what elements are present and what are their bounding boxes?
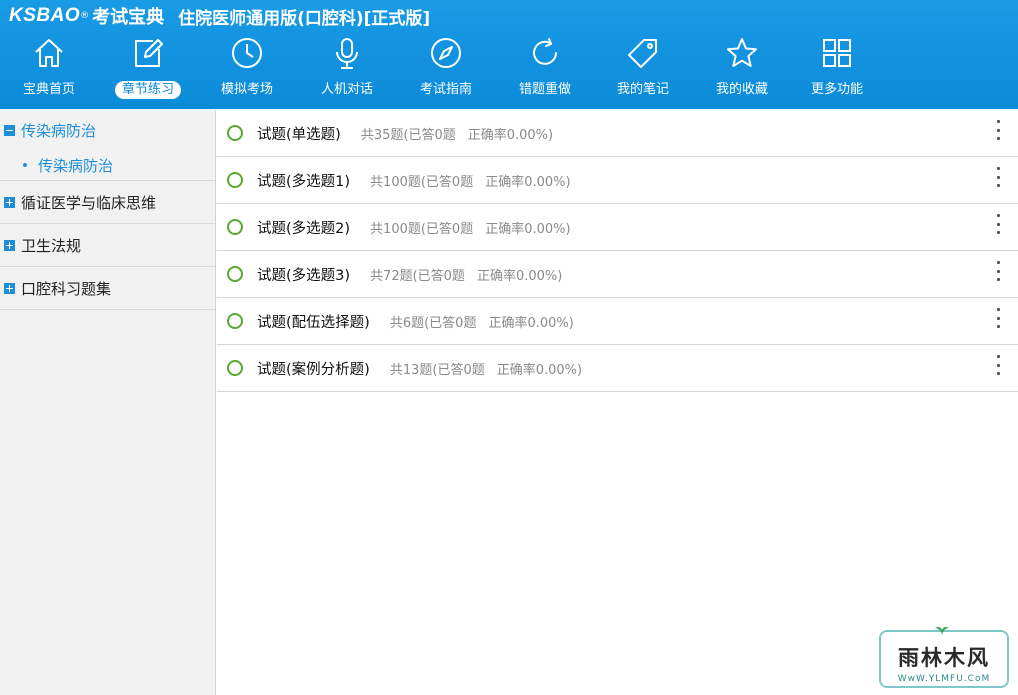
- nav-label-chapter-practice: 章节练习: [114, 81, 181, 99]
- more-options-icon[interactable]: [994, 214, 1002, 234]
- clock-icon: [230, 36, 264, 70]
- question-set-row[interactable]: 试题(单选题) 共35题(已答0题 正确率0.00%): [217, 110, 1018, 157]
- accuracy-rate: 正确率0.00%): [467, 127, 554, 143]
- status-circle-icon: [227, 266, 243, 282]
- status-circle-icon: [227, 313, 243, 329]
- expand-icon[interactable]: [4, 282, 15, 294]
- nav-redo-wrong[interactable]: 错题重做: [500, 34, 590, 104]
- tree-child-infectious-disease[interactable]: 传染病防治: [0, 150, 215, 180]
- nav-label-home: 宝典首页: [22, 82, 75, 97]
- nav-favorites[interactable]: 我的收藏: [697, 34, 787, 104]
- nav-notes[interactable]: 我的笔记: [598, 34, 688, 104]
- more-options-icon[interactable]: [994, 261, 1002, 281]
- nav-home[interactable]: 宝典首页: [4, 34, 94, 104]
- accuracy-rate: 正确率0.00%): [485, 174, 571, 190]
- question-set-row[interactable]: 试题(多选题3) 共72题(已答0题 正确率0.00%): [217, 251, 1018, 298]
- app-header: KSBAO ® 考试宝典 住院医师通用版(口腔科)[正式版] 宝典首页 章节练习…: [0, 0, 1018, 109]
- bullet-icon: [23, 163, 27, 167]
- tree-child-label: 传染病防治: [38, 156, 114, 175]
- logo-registered-mark: ®: [80, 11, 90, 21]
- tree-node-label: 循证医学与临床思维: [21, 193, 157, 212]
- grid-icon: [820, 36, 854, 70]
- more-options-icon[interactable]: [994, 355, 1002, 375]
- question-set-title: 试题(案例分析题): [257, 361, 370, 378]
- tree-node-health-law[interactable]: 卫生法规: [0, 224, 215, 267]
- question-set-title: 试题(多选题3): [257, 267, 351, 284]
- watermark-logo: 雨林木风: [898, 646, 990, 670]
- nav-more[interactable]: 更多功能: [792, 34, 882, 104]
- leaf-icon: [935, 626, 949, 636]
- watermark-url: WwW.YLMFU.CoM: [897, 674, 991, 684]
- main-nav: 宝典首页 章节练习 模拟考场 人机对话 考试指南 错题重做 我的笔记 我的收藏 …: [0, 34, 1018, 106]
- status-circle-icon: [227, 360, 243, 376]
- status-circle-icon: [227, 172, 243, 188]
- edit-icon: [131, 36, 165, 70]
- more-options-icon[interactable]: [994, 120, 1002, 140]
- tree-node-label: 口腔科习题集: [21, 279, 112, 298]
- watermark: 雨林木风 WwW.YLMFU.CoM: [879, 626, 1009, 688]
- question-set-row[interactable]: 试题(多选题1) 共100题(已答0题 正确率0.00%): [217, 157, 1018, 204]
- question-count: 共72题(已答0题: [370, 268, 465, 284]
- tag-icon: [626, 36, 660, 70]
- logo-chinese: 考试宝典: [92, 7, 165, 28]
- question-set-row[interactable]: 试题(多选题2) 共100题(已答0题 正确率0.00%): [217, 204, 1018, 251]
- compass-icon: [429, 36, 463, 70]
- question-set-title: 试题(多选题1): [257, 173, 351, 190]
- question-count: 共35题(已答0题: [360, 127, 456, 143]
- question-count: 共100题(已答0题: [370, 221, 474, 237]
- question-count: 共100题(已答0题: [370, 174, 474, 190]
- question-set-row[interactable]: 试题(案例分析题) 共13题(已答0题 正确率0.00%): [217, 345, 1018, 392]
- tree-node-label: 传染病防治: [21, 121, 97, 140]
- accuracy-rate: 正确率0.00%): [476, 268, 563, 284]
- accuracy-rate: 正确率0.00%): [485, 221, 571, 237]
- microphone-icon: [330, 36, 364, 70]
- tree-node-stomatology-exercises[interactable]: 口腔科习题集: [0, 267, 215, 310]
- title-bar: KSBAO ® 考试宝典 住院医师通用版(口腔科)[正式版]: [9, 3, 430, 29]
- home-icon: [32, 36, 66, 70]
- nav-dialogue[interactable]: 人机对话: [302, 34, 392, 104]
- chapter-sidebar: 传染病防治 传染病防治 循证医学与临床思维 卫生法规 口腔科习题集: [0, 110, 216, 695]
- tree-node-header[interactable]: 传染病防治: [0, 110, 215, 150]
- tree-node-evidence-medicine[interactable]: 循证医学与临床思维: [0, 181, 215, 224]
- tree-node-label: 卫生法规: [21, 236, 82, 255]
- nav-label-dialogue: 人机对话: [320, 82, 373, 97]
- nav-label-favorites: 我的收藏: [715, 82, 768, 97]
- accuracy-rate: 正确率0.00%): [496, 362, 583, 378]
- nav-label-notes: 我的笔记: [616, 82, 669, 97]
- status-circle-icon: [227, 125, 243, 141]
- star-icon: [725, 36, 759, 70]
- nav-chapter-practice[interactable]: 章节练习: [103, 34, 193, 104]
- nav-label-more: 更多功能: [810, 82, 863, 97]
- expand-icon[interactable]: [4, 196, 15, 208]
- collapse-icon[interactable]: [4, 124, 15, 136]
- app-title: 住院医师通用版(口腔科)[正式版]: [178, 8, 431, 29]
- tree-node-infectious-disease: 传染病防治 传染病防治: [0, 110, 215, 181]
- question-set-title: 试题(多选题2): [257, 220, 351, 237]
- more-options-icon[interactable]: [994, 308, 1002, 328]
- accuracy-rate: 正确率0.00%): [488, 315, 574, 331]
- nav-mock-exam[interactable]: 模拟考场: [202, 34, 292, 104]
- question-set-title: 试题(配伍选择题): [257, 314, 370, 331]
- nav-label-exam-guide: 考试指南: [419, 82, 472, 97]
- question-count: 共13题(已答0题: [389, 362, 485, 378]
- logo: KSBAO: [9, 5, 81, 26]
- question-count: 共6题(已答0题: [389, 315, 477, 331]
- expand-icon[interactable]: [4, 239, 15, 251]
- nav-exam-guide[interactable]: 考试指南: [401, 34, 491, 104]
- question-set-row[interactable]: 试题(配伍选择题) 共6题(已答0题 正确率0.00%): [217, 298, 1018, 345]
- question-set-title: 试题(单选题): [257, 126, 341, 143]
- more-options-icon[interactable]: [994, 167, 1002, 187]
- status-circle-icon: [227, 219, 243, 235]
- nav-label-mock-exam: 模拟考场: [220, 82, 273, 97]
- question-list: 试题(单选题) 共35题(已答0题 正确率0.00%) 试题(多选题1) 共10…: [217, 110, 1018, 695]
- refresh-icon: [528, 36, 562, 70]
- nav-label-redo-wrong: 错题重做: [518, 82, 571, 97]
